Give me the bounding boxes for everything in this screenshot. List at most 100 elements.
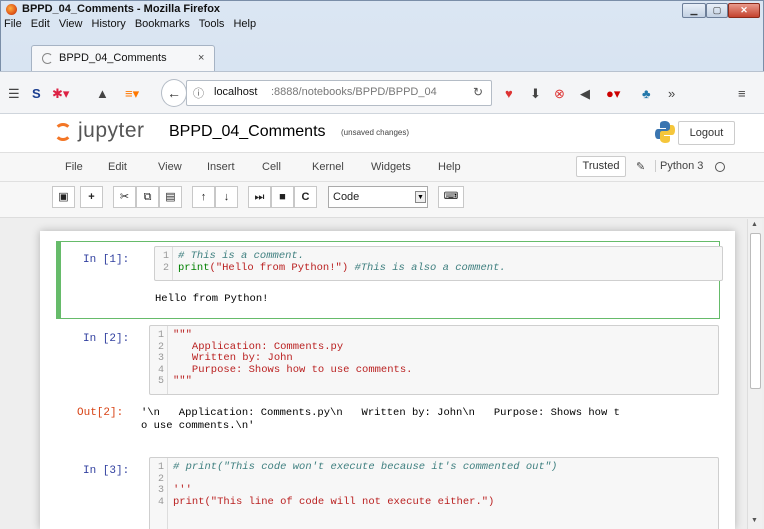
jmenu-kernel[interactable]: Kernel (312, 161, 344, 173)
logout-button[interactable]: Logout (678, 121, 735, 145)
firefox-logo-icon (6, 4, 17, 15)
jmenu-help[interactable]: Help (438, 161, 461, 173)
python-logo-icon (655, 121, 675, 143)
move-up-icon[interactable]: ↑ (192, 186, 215, 208)
navigation-bar: ☰ S ✱▾ ▲ ≡▾ ← ⓘ localhost :8888/notebook… (0, 71, 764, 114)
hamburger-menu-icon[interactable]: ≡ (738, 86, 746, 101)
scroll-thumb[interactable] (750, 233, 761, 389)
notebook-container: In [1]: 1 2 # This is a comment. print("… (40, 231, 735, 529)
menu-tools[interactable]: Tools (199, 18, 225, 30)
url-bar[interactable]: ⓘ localhost :8888/notebooks/BPPD/BPPD_04… (186, 80, 492, 106)
code-text[interactable]: """ Application: Comments.py Written by:… (173, 326, 412, 388)
move-down-icon[interactable]: ↓ (215, 186, 238, 208)
stop-icon[interactable]: ■ (271, 186, 294, 208)
menu-file[interactable]: File (4, 18, 22, 30)
jupyter-logo-icon[interactable] (54, 123, 72, 141)
download-icon[interactable]: ⬇ (530, 86, 541, 102)
back-button[interactable]: ← (161, 79, 187, 107)
jmenu-widgets[interactable]: Widgets (371, 161, 411, 173)
window-title: BPPD_04_Comments - Mozilla Firefox (22, 3, 221, 15)
code-comment: # This is a comment. (178, 250, 305, 262)
code-input[interactable]: 1 2 3 4 5 """ Application: Comments.py W… (149, 325, 719, 395)
code-text[interactable]: # print("This code won't execute because… (173, 458, 557, 508)
home-icon[interactable]: ▲ (96, 86, 109, 101)
line-numbers: 1 2 (155, 247, 173, 280)
s-extension-icon[interactable]: S (32, 86, 41, 101)
keyboard-icon[interactable]: ⌨ (438, 186, 464, 208)
minimize-button[interactable]: ▁ (682, 3, 706, 18)
cut-icon[interactable]: ✂ (113, 186, 136, 208)
insert-cell-icon[interactable]: + (80, 186, 103, 208)
save-icon[interactable]: ▣ (52, 186, 75, 208)
line-numbers: 1 2 3 4 5 (150, 326, 168, 394)
blocker-icon[interactable]: ⊗ (554, 86, 565, 102)
menu-bookmarks[interactable]: Bookmarks (135, 18, 190, 30)
menu-extension-icon[interactable]: ≡▾ (125, 86, 139, 102)
menu-help[interactable]: Help (233, 18, 256, 30)
jupyter-logo-text[interactable]: jupyter (78, 119, 145, 143)
kernel-name: Python 3 (655, 160, 703, 172)
code-string: ''' (173, 484, 192, 496)
jupyter-page: jupyter BPPD_04_Comments (unsaved change… (0, 114, 764, 529)
url-host: localhost (214, 86, 258, 98)
cell-type-value: Code (333, 191, 360, 203)
copy-icon[interactable]: ⧉ (136, 186, 159, 208)
code-cell[interactable]: In [3]: 1 2 3 4 # print("This code won't… (56, 457, 720, 529)
title-bar: BPPD_04_Comments - Mozilla Firefox File … (0, 0, 764, 34)
overflow-button[interactable]: » (668, 86, 675, 101)
pocket-icon[interactable]: ♥ (505, 86, 513, 101)
notebook-toolbar: ▣ + ✂ ⧉ ▤ ↑ ↓ ⏭ ■ C Code ▼ ⌨ (0, 182, 764, 217)
restart-icon[interactable]: C (294, 186, 317, 208)
extension-icon[interactable]: ♣ (642, 86, 651, 101)
in-prompt: In [2]: (83, 333, 130, 345)
run-icon[interactable]: ⏭ (248, 186, 271, 208)
code-cell-selected[interactable]: In [1]: 1 2 # This is a comment. print("… (56, 241, 723, 319)
trusted-badge[interactable]: Trusted (576, 156, 626, 177)
code-input[interactable]: 1 2 # This is a comment. print("Hello fr… (154, 246, 723, 281)
close-window-button[interactable]: ✕ (728, 3, 760, 18)
pencil-icon[interactable]: ✎ (636, 160, 645, 173)
cell-type-select[interactable]: Code ▼ (328, 186, 428, 208)
jmenu-cell[interactable]: Cell (262, 161, 281, 173)
menu-view[interactable]: View (59, 18, 83, 30)
paste-icon[interactable]: ▤ (159, 186, 182, 208)
save-status: (unsaved changes) (341, 128, 410, 137)
adblock-icon[interactable]: ●▾ (606, 86, 620, 102)
menu-edit[interactable]: Edit (31, 18, 50, 30)
send-icon[interactable]: ◀ (580, 86, 590, 102)
scroll-up-icon[interactable]: ▲ (751, 221, 758, 228)
jupyter-header: jupyter BPPD_04_Comments (unsaved change… (0, 114, 764, 152)
line-numbers: 1 2 3 4 (150, 458, 168, 529)
maximize-button[interactable]: ▢ (706, 3, 728, 18)
chevron-down-icon: ▼ (415, 191, 426, 203)
jmenu-insert[interactable]: Insert (207, 161, 235, 173)
url-path: :8888/notebooks/BPPD/BPPD_04 (271, 86, 437, 98)
rss-icon[interactable]: ☰ (8, 86, 20, 102)
notebook-name[interactable]: BPPD_04_Comments (169, 123, 326, 141)
browser-menubar: File Edit View History Bookmarks Tools H… (4, 18, 262, 30)
jmenu-edit[interactable]: Edit (108, 161, 127, 173)
out-prompt: Out[2]: (77, 407, 124, 419)
info-icon[interactable]: ⓘ (193, 85, 204, 101)
scrollbar[interactable]: ▲ ▼ (747, 219, 762, 529)
code-cell[interactable]: In [2]: 1 2 3 4 5 """ Application: Comme… (56, 323, 720, 443)
menu-history[interactable]: History (92, 18, 126, 30)
tab-close-icon[interactable]: × (198, 52, 204, 64)
code-keyword: print (178, 261, 210, 274)
in-prompt: In [1]: (83, 254, 130, 266)
code-input[interactable]: 1 2 3 4 # print("This code won't execute… (149, 457, 719, 529)
code-string: ("Hello from Python!") (209, 261, 349, 274)
code-string: print("This line of code will not execut… (173, 495, 495, 508)
reload-icon[interactable]: ↻ (473, 85, 483, 99)
kernel-idle-icon (715, 162, 725, 172)
scroll-down-icon[interactable]: ▼ (751, 517, 758, 524)
jmenu-file[interactable]: File (65, 161, 83, 173)
browser-tab[interactable]: BPPD_04_Comments × (31, 45, 215, 71)
bug-extension-icon[interactable]: ✱▾ (52, 86, 69, 102)
jmenu-view[interactable]: View (158, 161, 182, 173)
code-comment: #This is also a comment. (348, 261, 506, 274)
code-text[interactable]: # This is a comment. print("Hello from P… (178, 247, 506, 274)
jupyter-menubar: File Edit View Insert Cell Kernel Widget… (0, 152, 764, 182)
in-prompt: In [3]: (83, 465, 130, 477)
loading-spinner-icon (42, 53, 53, 64)
